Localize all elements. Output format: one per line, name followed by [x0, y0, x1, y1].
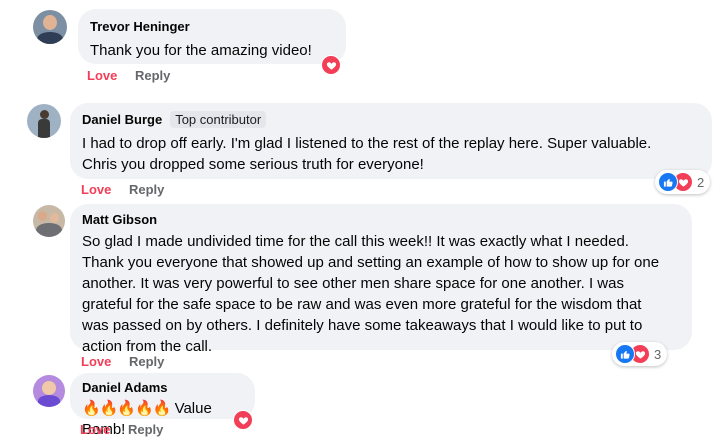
like-icon — [658, 172, 678, 192]
comment-bubble: Matt Gibson So glad I made undivided tim… — [70, 204, 692, 355]
top-contributor-badge: Top contributor — [170, 111, 267, 128]
reply-link[interactable]: Reply — [135, 68, 170, 83]
comment-author[interactable]: Daniel Burge — [82, 112, 162, 127]
comment-author[interactable]: Matt Gibson — [82, 212, 157, 227]
comment-text: So glad I made undivided time for the ca… — [82, 233, 660, 355]
comment-bubble: Daniel Burge Top contributor I had to dro… — [70, 103, 712, 179]
comment-actions: Love Reply — [81, 182, 164, 197]
reply-link[interactable]: Reply — [128, 422, 163, 437]
avatar[interactable] — [33, 375, 65, 407]
comment-bubble: Daniel Adams 🔥🔥🔥🔥🔥 Value Bomb! — [70, 373, 255, 438]
comment-actions: Love Reply — [87, 68, 170, 83]
comment-bubble: Trevor Heninger Thank you for the amazin… — [78, 9, 346, 64]
reply-link[interactable]: Reply — [129, 182, 164, 197]
love-link[interactable]: Love — [80, 422, 110, 437]
love-link[interactable]: Love — [81, 354, 111, 369]
heart-icon[interactable] — [321, 55, 341, 75]
heart-icon[interactable] — [233, 410, 253, 430]
avatar[interactable] — [27, 104, 61, 138]
comment-text: Thank you for the amazing video! — [90, 42, 312, 59]
comment-author[interactable]: Daniel Adams — [82, 380, 168, 395]
like-icon — [615, 344, 635, 364]
fire-emoji: 🔥🔥🔥🔥🔥 — [82, 400, 171, 417]
love-link[interactable]: Love — [81, 182, 111, 197]
comment-actions: Love Reply — [80, 422, 163, 437]
comment-author[interactable]: Trevor Heninger — [90, 19, 190, 34]
reaction-summary[interactable]: 3 — [612, 342, 668, 366]
reaction-summary[interactable]: 2 — [655, 170, 711, 194]
reply-link[interactable]: Reply — [129, 354, 164, 369]
avatar[interactable] — [33, 205, 65, 237]
love-link[interactable]: Love — [87, 68, 117, 83]
comment-text: I had to drop off early. I'm glad I list… — [82, 135, 652, 173]
reaction-count: 2 — [697, 174, 705, 190]
reaction-count: 3 — [654, 346, 662, 362]
avatar[interactable] — [33, 10, 67, 44]
comment-actions: Love Reply — [81, 354, 164, 369]
